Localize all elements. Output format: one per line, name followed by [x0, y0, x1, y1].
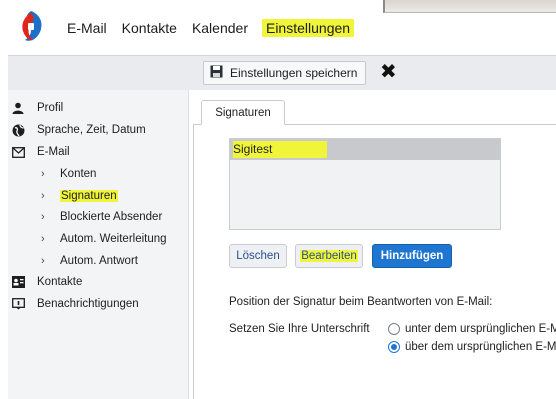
radio-above-original[interactable]: über dem ursprünglichen E-Ma [388, 341, 556, 353]
nav-contacts[interactable]: Kontakte [121, 19, 178, 37]
background-image-fragment [383, 0, 556, 13]
nav-email[interactable]: E-Mail [66, 19, 108, 37]
sidebar-item-notifications[interactable]: Benachrichtigungen [8, 294, 139, 314]
sidebar-item-label: Benachrichtigungen [37, 298, 139, 310]
sidebar-item-profil[interactable]: Profil [8, 98, 63, 118]
sidebar-item-label: Kontakte [37, 276, 83, 288]
sidebar-item-auto-forward[interactable]: › Autom. Weiterleitung [8, 229, 167, 249]
chevron-right-icon: › [41, 168, 45, 180]
sidebar-item-email[interactable]: E-Mail [8, 142, 70, 162]
sidebar-item-label: Autom. Antwort [60, 255, 138, 267]
edit-button[interactable]: Bearbeiten [295, 244, 363, 268]
radio-label: über dem ursprünglichen E-Ma [405, 341, 556, 353]
sidebar-item-label: Signaturen [60, 190, 118, 202]
sidebar-item-contacts[interactable]: Kontakte [8, 272, 82, 292]
top-navigation-bar: E-Mail Kontakte Kalender Einstellungen [0, 0, 556, 52]
notification-icon [11, 297, 25, 311]
swisscom-logo[interactable] [19, 10, 43, 44]
sidebar-item-auto-reply[interactable]: › Autom. Antwort [8, 251, 138, 271]
sidebar-item-blocked-senders[interactable]: › Blockierte Absender [8, 207, 162, 227]
chevron-right-icon: › [41, 255, 45, 267]
radio-button[interactable] [388, 323, 400, 335]
globe-icon [11, 123, 25, 137]
chevron-right-icon: › [41, 233, 45, 245]
sidebar-item-label: Autom. Weiterleitung [60, 233, 167, 245]
radio-label: unter dem ursprünglichen E-M [405, 323, 556, 335]
sidebar-item-label: E-Mail [37, 146, 70, 158]
save-settings-label: Einstellungen speichern [230, 66, 358, 80]
sidebar-item-label: Sprache, Zeit, Datum [37, 124, 146, 136]
panel-left-border [193, 124, 194, 399]
contacts-card-icon [11, 275, 25, 289]
sidebar-item-label: Blockierte Absender [60, 211, 163, 223]
delete-button[interactable]: Löschen [229, 244, 287, 268]
main-nav: E-Mail Kontakte Kalender Einstellungen [66, 19, 367, 37]
settings-content: Signaturen Sigitest Löschen Bearbeiten H… [189, 90, 556, 399]
signature-list[interactable]: Sigitest [229, 138, 501, 230]
edit-button-label: Bearbeiten [300, 250, 358, 262]
save-settings-button[interactable]: Einstellungen speichern [203, 61, 367, 85]
sidebar-item-konten[interactable]: › Konten [8, 164, 96, 184]
nav-calendar[interactable]: Kalender [191, 19, 249, 37]
chevron-right-icon: › [41, 190, 45, 202]
envelope-icon [11, 145, 25, 159]
add-button[interactable]: Hinzufügen [372, 244, 452, 268]
nav-settings[interactable]: Einstellungen [261, 19, 355, 37]
signature-name: Sigitest [233, 141, 328, 158]
sidebar-item-language-time-date[interactable]: Sprache, Zeit, Datum [8, 120, 146, 140]
sidebar-item-label: Profil [37, 102, 64, 114]
set-signature-label: Setzen Sie Ihre Unterschrift [229, 323, 370, 335]
chevron-right-icon: › [41, 211, 45, 223]
signature-position-label: Position der Signatur beim Beantworten v… [229, 296, 493, 308]
sidebar-item-signaturen[interactable]: › Signaturen [8, 186, 118, 206]
list-item[interactable]: Sigitest [230, 139, 500, 160]
radio-button-checked[interactable] [388, 341, 400, 353]
sidebar-item-label: Konten [60, 168, 97, 180]
tab-signaturen[interactable]: Signaturen [201, 100, 285, 125]
settings-toolbar: Einstellungen speichern ✖ [8, 55, 556, 91]
person-icon [11, 101, 25, 115]
close-x-icon[interactable]: ✖ [380, 59, 397, 85]
radio-below-original[interactable]: unter dem ursprünglichen E-M [388, 323, 556, 335]
floppy-disk-icon [210, 65, 223, 81]
settings-sidebar: Profil Sprache, Zeit, Datum E-Mail › Kon… [8, 90, 189, 399]
